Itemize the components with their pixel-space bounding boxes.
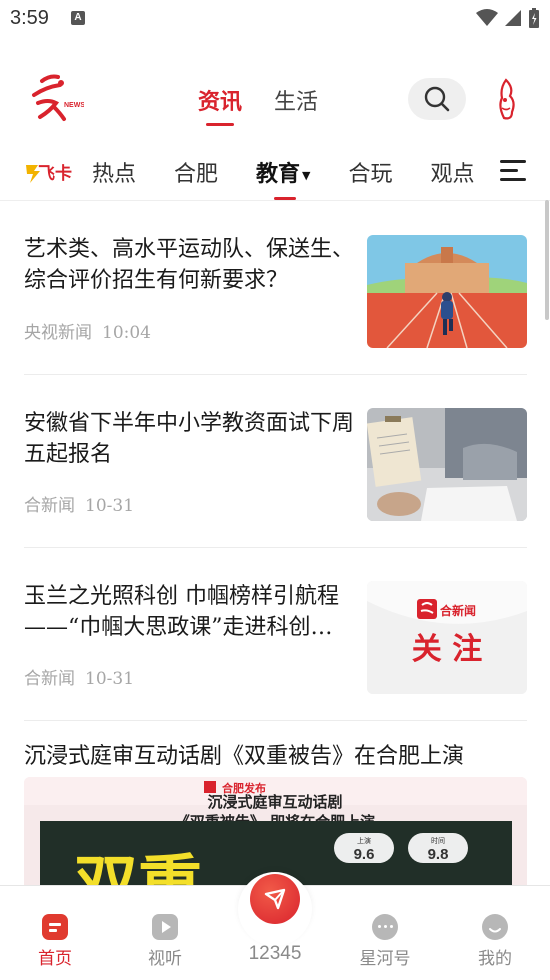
article-title: 玉兰之光照科创 巾帼榜样引航程——“巾帼大思政课”走进科创一线	[24, 584, 339, 640]
nav-profile[interactable]: 我的	[455, 906, 535, 969]
home-icon	[42, 914, 68, 940]
thumb-focus-text: 关 注	[412, 632, 482, 667]
article-thumbnail	[367, 235, 527, 348]
svg-text:NEWS: NEWS	[64, 102, 84, 109]
search-button[interactable]	[408, 78, 466, 120]
notification-badge-icon: A	[71, 11, 85, 25]
interview-image	[367, 408, 527, 521]
nav-video[interactable]: 视听	[125, 906, 205, 969]
tab-news[interactable]: 资讯	[198, 84, 242, 126]
signal-icon	[505, 10, 521, 26]
article-time: 10-31	[85, 496, 135, 516]
hotline-icon	[264, 888, 286, 910]
nav-xinghe-label: 星河号	[359, 949, 411, 969]
running-track-image	[367, 235, 527, 348]
channel-hefei[interactable]: 合肥	[174, 156, 218, 188]
poster-date1: 9.6	[354, 846, 375, 863]
wifi-icon	[476, 9, 498, 26]
bottom-nav: 首页 视听 12345 星河号 我的	[0, 872, 550, 980]
nav-profile-label: 我的	[478, 949, 512, 969]
mascot-icon[interactable]	[492, 78, 520, 122]
menu-line	[500, 160, 526, 163]
battery-icon	[529, 8, 539, 28]
article-time: 10-31	[85, 669, 135, 689]
nav-hotline-label[interactable]: 12345	[235, 943, 315, 965]
play-icon	[152, 914, 178, 940]
article-poster[interactable]: 合肥发布 沉浸式庭审互动话剧 《双重被告》 即将在合肥上演 双重 上演 9.6 …	[24, 777, 527, 885]
article-source: 央视新闻	[24, 323, 92, 343]
tab-life[interactable]: 生活	[274, 84, 318, 116]
channel-nav: 飞卡 热点 合肥 教育 ▼ 合玩 观点	[0, 148, 550, 201]
hefei-news-logo-icon[interactable]: NEWS	[28, 73, 84, 123]
status-icons	[476, 7, 540, 29]
app-header: NEWS 资讯 生活	[0, 60, 550, 140]
thumb-brand: 合新闻	[440, 603, 476, 618]
feika-label: 飞卡	[38, 163, 72, 184]
nav-home[interactable]: 首页	[15, 906, 95, 969]
nav-video-label: 视听	[148, 949, 182, 969]
poster-date2-label: 时间	[431, 836, 445, 845]
chat-icon	[372, 914, 398, 940]
channel-list: 热点 合肥 教育 ▼ 合玩 观点	[92, 156, 513, 200]
profile-icon	[482, 914, 508, 940]
news-feed[interactable]: 艺术类、高水平运动队、保送生、综合评价招生有何新要求？ 央视新闻 10:04 安徽…	[0, 200, 550, 885]
feed-scrollbar[interactable]	[545, 200, 549, 320]
hotline-button[interactable]	[250, 874, 300, 924]
article-source: 合新闻	[24, 669, 75, 689]
status-time: 3:59	[10, 7, 49, 29]
poster-big-text: 双重	[74, 849, 202, 885]
caret-down-icon: ▼	[302, 168, 311, 182]
article-time: 10:04	[102, 323, 151, 343]
article-meta: 合新闻 10-31	[24, 664, 134, 689]
channel-menu-button[interactable]	[500, 160, 526, 186]
top-tabs: 资讯 生活	[198, 84, 318, 126]
focus-banner-image: 合新闻 关 注	[367, 581, 527, 694]
nav-home-label: 首页	[38, 949, 72, 969]
article-thumbnail: 合新闻 关 注	[367, 581, 527, 694]
poster-line1: 沉浸式庭审互动话剧	[207, 793, 342, 811]
article-item[interactable]: 艺术类、高水平运动队、保送生、综合评价招生有何新要求？ 央视新闻 10:04	[24, 200, 527, 375]
search-icon	[424, 86, 450, 112]
nav-xinghe[interactable]: 星河号	[345, 906, 425, 969]
status-bar: 3:59 A	[0, 0, 550, 38]
article-meta: 合新闻 10-31	[24, 491, 134, 516]
article-item[interactable]: 安徽省下半年中小学教资面试下周五起报名 合新闻 10-31	[24, 374, 527, 548]
channel-education-label: 教育	[256, 162, 301, 187]
feika-card-button[interactable]: 飞卡	[24, 159, 74, 185]
channel-education[interactable]: 教育 ▼	[256, 156, 311, 200]
poster-image: 合肥发布 沉浸式庭审互动话剧 《双重被告》 即将在合肥上演 双重 上演 9.6 …	[24, 777, 527, 885]
article-source: 合新闻	[24, 496, 75, 516]
menu-line	[500, 178, 526, 181]
poster-date1-label: 上演	[357, 836, 371, 845]
article-meta: 央视新闻 10:04	[24, 318, 151, 343]
article-thumbnail	[367, 408, 527, 521]
channel-opinion[interactable]: 观点	[431, 156, 475, 188]
channel-hot[interactable]: 热点	[92, 156, 136, 188]
channel-hewan[interactable]: 合玩	[349, 156, 393, 188]
poster-date2: 9.8	[428, 846, 449, 863]
article-title: 安徽省下半年中小学教资面试下周五起报名	[24, 411, 354, 467]
article-item[interactable]: 玉兰之光照科创 巾帼榜样引航程——“巾帼大思政课”走进科创一线 合新闻 10-31…	[24, 547, 527, 721]
article-title: 艺术类、高水平运动队、保送生、综合评价招生有何新要求？	[24, 237, 354, 293]
menu-line	[500, 169, 518, 172]
article-title-wide[interactable]: 沉浸式庭审互动话剧《双重被告》在合肥上演	[24, 738, 464, 770]
